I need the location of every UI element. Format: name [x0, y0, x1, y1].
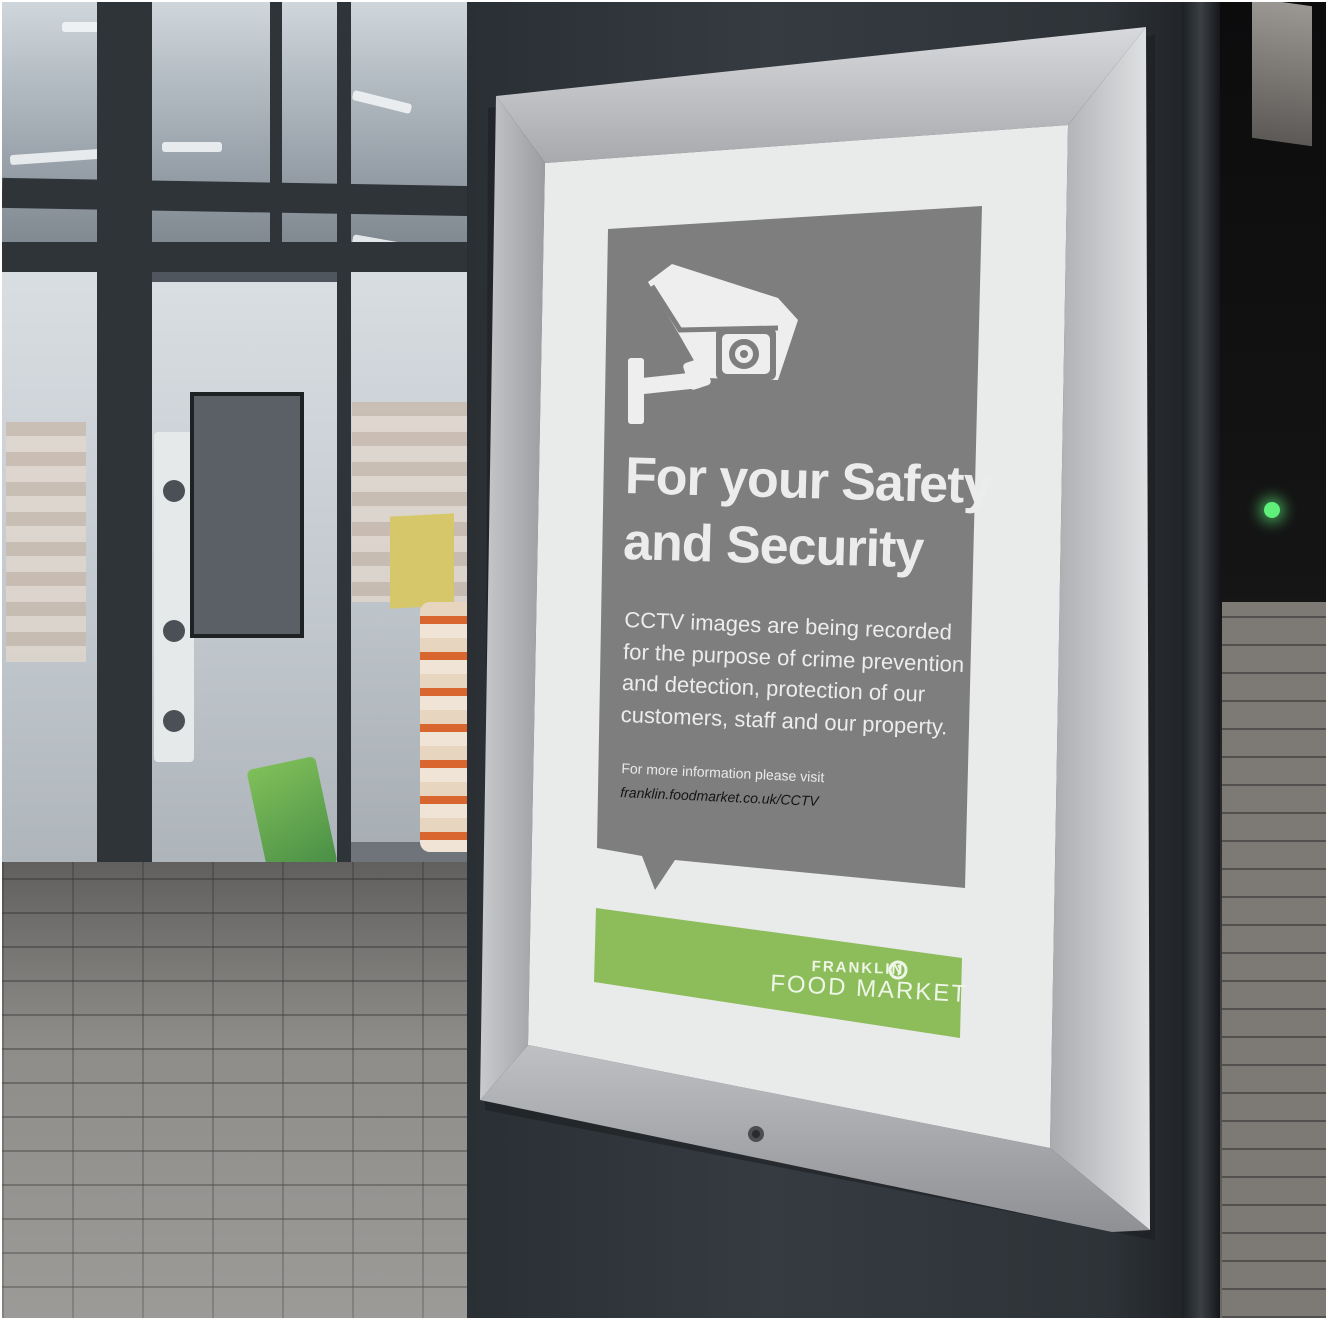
sign-body-text: CCTV images are being recorded for the p… [620, 604, 964, 743]
cctv-camera-icon [628, 264, 798, 424]
sign-headline: For your Safety and Security [622, 443, 993, 584]
headline-line-1: For your Safety [624, 446, 993, 516]
headline-line-2: and Security [622, 512, 925, 580]
